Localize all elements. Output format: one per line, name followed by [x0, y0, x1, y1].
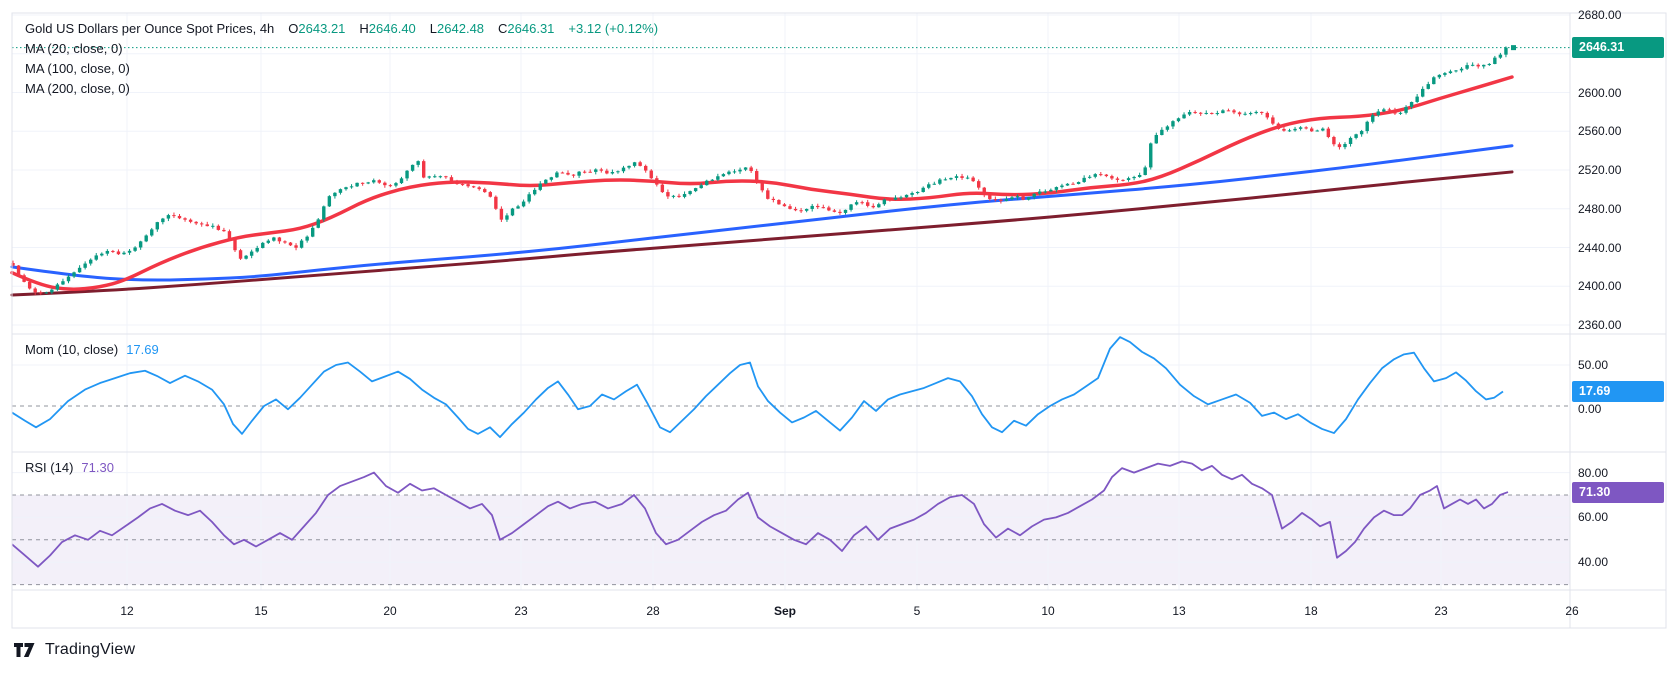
time-axis-label: 28 [646, 604, 659, 618]
ohlc-change: +3.12 (+0.12%) [568, 21, 658, 36]
rsi-axis-label: 80.00 [1578, 466, 1664, 480]
price-axis-label: 2480.00 [1578, 202, 1664, 216]
legend-ma20[interactable]: MA (20, close, 0) [25, 41, 123, 56]
time-axis-label: 12 [120, 604, 133, 618]
chart-window: Gold US Dollars per Ounce Spot Prices, 4… [0, 0, 1675, 674]
legend-ma100[interactable]: MA (100, close, 0) [25, 61, 130, 76]
tradingview-logo-text: TradingView [45, 641, 135, 659]
symbol-title[interactable]: Gold US Dollars per Ounce Spot Prices, 4… [25, 21, 274, 36]
price-axis-label: 2560.00 [1578, 124, 1664, 138]
momentum-axis-label: 0.00 [1578, 402, 1664, 416]
price-axis-label: 2440.00 [1578, 241, 1664, 255]
ohlc-high: H2646.40 [359, 21, 415, 36]
price-axis-label: 2400.00 [1578, 279, 1664, 293]
time-axis-label: 23 [514, 604, 527, 618]
legend-ma200[interactable]: MA (200, close, 0) [25, 81, 130, 96]
ohlc-open: O2643.21 [288, 21, 345, 36]
rsi-axis-label: 60.00 [1578, 510, 1664, 524]
momentum-axis-label: 50.00 [1578, 358, 1664, 372]
candlestick-series [11, 46, 1507, 294]
time-axis-label: 5 [914, 604, 921, 618]
tradingview-logo[interactable]: TradingView [14, 641, 135, 659]
current-price-badge: 2646.31 [1572, 37, 1664, 58]
rsi-axis-label: 40.00 [1578, 555, 1664, 569]
time-axis-label: 20 [383, 604, 396, 618]
ohlc-low: L2642.48 [430, 21, 484, 36]
time-axis-label: Sep [774, 604, 796, 618]
momentum-value: 17.69 [126, 342, 159, 357]
time-axis-label: 15 [254, 604, 267, 618]
last-price-marker [1511, 45, 1516, 50]
ma100-line [12, 146, 1512, 280]
ohlc-close: C2646.31 [498, 21, 554, 36]
legend-rsi[interactable]: RSI (14)71.30 [25, 460, 114, 475]
price-axis-label: 2680.00 [1578, 8, 1664, 22]
time-axis-label: 13 [1172, 604, 1185, 618]
momentum-line [12, 337, 1503, 437]
time-axis-label: 18 [1304, 604, 1317, 618]
chart-canvas[interactable] [0, 0, 1675, 674]
rsi-badge: 71.30 [1572, 482, 1664, 503]
price-axis-label: 2520.00 [1578, 163, 1664, 177]
time-axis-label: 23 [1434, 604, 1447, 618]
price-axis-label: 2600.00 [1578, 86, 1664, 100]
time-axis-label: 10 [1041, 604, 1054, 618]
price-axis-label: 2360.00 [1578, 318, 1664, 332]
legend-momentum[interactable]: Mom (10, close)17.69 [25, 342, 159, 357]
symbol-header: Gold US Dollars per Ounce Spot Prices, 4… [25, 21, 658, 36]
momentum-badge: 17.69 [1572, 381, 1664, 402]
time-axis-label: 26 [1565, 604, 1578, 618]
rsi-value: 71.30 [81, 460, 114, 475]
tradingview-mark-icon [14, 643, 38, 658]
